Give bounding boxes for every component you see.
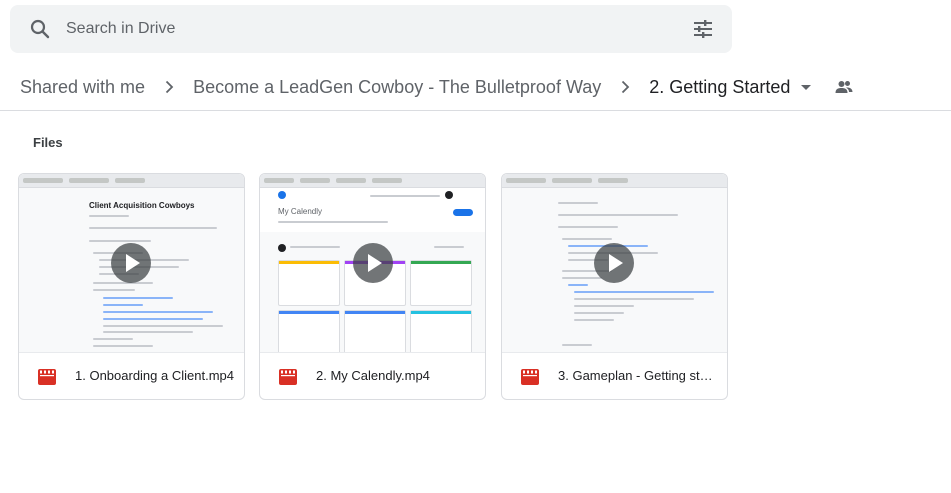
video-thumbnail: My Calendly	[260, 174, 485, 352]
file-card[interactable]: My Calendly 2. My Calendly.mp4	[259, 173, 486, 400]
shared-people-icon[interactable]	[832, 75, 856, 99]
play-button-icon[interactable]	[353, 243, 393, 283]
file-name[interactable]: 2. My Calendly.mp4	[316, 368, 476, 383]
thumbnail-doc-title: My Calendly	[278, 207, 323, 216]
search-bar[interactable]	[10, 5, 732, 53]
file-name[interactable]: 1. Onboarding a Client.mp4	[75, 368, 235, 383]
chevron-right-icon	[615, 77, 635, 97]
breadcrumb: Shared with me Become a LeadGen Cowboy -…	[10, 67, 951, 107]
file-name[interactable]: 3. Gameplan - Getting started.mp4	[558, 368, 718, 383]
search-options-icon[interactable]	[691, 17, 715, 41]
video-file-icon	[279, 369, 297, 385]
thumbnail-doc-title: Client Acquisition Cowboys	[89, 201, 195, 210]
breadcrumb-shared-with-me[interactable]: Shared with me	[10, 73, 155, 102]
file-card[interactable]: 3. Gameplan - Getting started.mp4	[501, 173, 728, 400]
files-section-title: Files	[33, 135, 63, 150]
breadcrumb-current-folder[interactable]: 2. Getting Started	[639, 73, 794, 102]
folder-menu-dropdown-icon[interactable]	[794, 75, 818, 99]
search-input[interactable]	[66, 13, 666, 45]
play-button-icon[interactable]	[594, 243, 634, 283]
header-divider	[0, 110, 951, 111]
video-file-icon	[521, 369, 539, 385]
breadcrumb-course-folder[interactable]: Become a LeadGen Cowboy - The Bulletproo…	[183, 73, 611, 102]
search-icon[interactable]	[28, 17, 52, 41]
file-card[interactable]: Client Acquisition Cowboys 1. Onboarding…	[18, 173, 245, 400]
play-button-icon[interactable]	[111, 243, 151, 283]
chevron-right-icon	[159, 77, 179, 97]
video-thumbnail	[502, 174, 727, 352]
video-thumbnail: Client Acquisition Cowboys	[19, 174, 244, 352]
video-file-icon	[38, 369, 56, 385]
